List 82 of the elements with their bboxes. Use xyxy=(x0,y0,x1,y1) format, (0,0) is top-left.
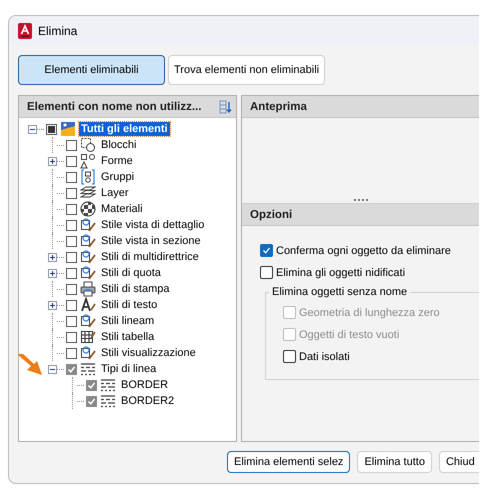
tree-item[interactable]: Stile vista in sezione xyxy=(99,234,203,248)
checkbox-label: Geometria di lunghezza zero xyxy=(299,306,440,318)
tree-item[interactable]: Materiali xyxy=(99,202,145,216)
tree-item[interactable]: Stile vista di dettaglio xyxy=(99,218,206,232)
group-title: Elimina oggetti senza nome xyxy=(271,286,408,298)
check-icon xyxy=(67,364,76,374)
panel-title: Anteprima xyxy=(250,100,307,112)
tree-item[interactable]: Stili di multidirettrice xyxy=(99,250,201,264)
tree-checkbox[interactable] xyxy=(66,140,77,150)
tree-checkbox[interactable] xyxy=(86,380,97,390)
tree-checkbox[interactable] xyxy=(66,332,77,342)
style-brush-icon xyxy=(80,233,96,249)
printer-icon xyxy=(80,281,96,297)
tree-item[interactable]: Stili visualizzazione xyxy=(99,346,198,360)
sort-icon[interactable] xyxy=(219,100,232,114)
expander-icon[interactable] xyxy=(48,252,56,262)
group-icon xyxy=(80,169,96,185)
checkbox[interactable] xyxy=(283,350,296,363)
tree-checkbox[interactable] xyxy=(66,188,77,198)
tree-item[interactable]: Blocchi xyxy=(99,138,138,152)
tree-checkbox[interactable] xyxy=(86,396,97,406)
checkbox-label: Elimina gli oggetti nidificati xyxy=(276,266,406,278)
style-brush-icon xyxy=(80,249,96,265)
annotation-arrow xyxy=(17,354,43,376)
tree-item[interactable]: Layer xyxy=(99,186,131,200)
check-icon xyxy=(262,246,271,255)
expander-icon[interactable] xyxy=(48,300,56,310)
tree-checkbox[interactable] xyxy=(46,124,57,134)
style-brush-icon xyxy=(80,265,96,281)
tree-item[interactable]: BORDER xyxy=(119,378,170,392)
tree-checkbox[interactable] xyxy=(66,316,77,326)
dialog-button[interactable]: Chiud xyxy=(438,451,479,473)
tree-checkbox[interactable] xyxy=(66,300,77,310)
expander-icon[interactable] xyxy=(28,124,36,134)
tree-checkbox[interactable] xyxy=(66,236,77,246)
tree-item[interactable]: Stili di quota xyxy=(99,266,163,280)
block-icon xyxy=(80,137,96,153)
tab[interactable]: Trova elementi non eliminabili xyxy=(168,55,326,85)
tab[interactable]: Elementi eliminabili xyxy=(18,55,165,85)
tree-item[interactable]: Stili tabella xyxy=(99,330,156,344)
checkbox-label: Conferma ogni oggetto da eliminare xyxy=(276,244,451,256)
table-icon xyxy=(80,329,96,345)
expander-icon[interactable] xyxy=(48,156,56,166)
tree-item[interactable]: Stili lineam xyxy=(99,314,156,328)
style-brush-icon xyxy=(80,345,96,361)
expander-icon[interactable] xyxy=(48,268,56,278)
tree-checkbox[interactable] xyxy=(66,348,77,358)
tree-checkbox[interactable] xyxy=(66,252,77,262)
checkbox-label: Oggetti di testo vuoti xyxy=(299,328,400,340)
tree-checkbox[interactable] xyxy=(66,204,77,214)
tree-checkbox[interactable] xyxy=(66,284,77,294)
linetype-icon xyxy=(100,377,116,393)
tree-checkbox[interactable] xyxy=(66,364,77,374)
tree-item[interactable]: BORDER2 xyxy=(119,394,176,408)
style-brush-icon xyxy=(80,217,96,233)
tree-item[interactable]: Tipi di linea xyxy=(99,362,158,376)
app-logo-icon xyxy=(18,23,32,39)
expander-icon[interactable] xyxy=(48,364,56,374)
tree-item[interactable]: Tutti gli elementi xyxy=(79,122,170,136)
tree-item[interactable]: Forme xyxy=(99,154,135,168)
checker-ball-icon xyxy=(80,201,96,217)
tree-checkbox[interactable] xyxy=(66,172,77,182)
linetype-icon xyxy=(100,393,116,409)
drawing-folder-icon xyxy=(60,121,76,137)
panel-title: Opzioni xyxy=(250,208,292,220)
tree-checkbox[interactable] xyxy=(66,220,77,230)
dialog-button[interactable]: Elimina elementi selez xyxy=(227,451,350,473)
letter-brush-icon xyxy=(80,297,96,313)
dialog-button[interactable]: Elimina tutto xyxy=(357,451,432,473)
checkbox[interactable] xyxy=(260,266,273,279)
style-brush-icon xyxy=(80,313,96,329)
tree-item[interactable]: Stili di testo xyxy=(99,298,160,312)
shapes-icon xyxy=(80,153,96,169)
tree-item[interactable]: Gruppi xyxy=(99,170,136,184)
window-title: Elimina xyxy=(38,24,78,38)
linetype-icon xyxy=(80,361,96,377)
checkbox[interactable] xyxy=(260,244,273,257)
tree-item[interactable]: Stili di stampa xyxy=(99,282,172,296)
tree-checkbox[interactable] xyxy=(66,156,77,166)
tree-checkbox[interactable] xyxy=(66,268,77,278)
panel-title: Elementi con nome non utilizz... xyxy=(27,100,202,112)
checkbox-label: Dati isolati xyxy=(299,350,350,362)
